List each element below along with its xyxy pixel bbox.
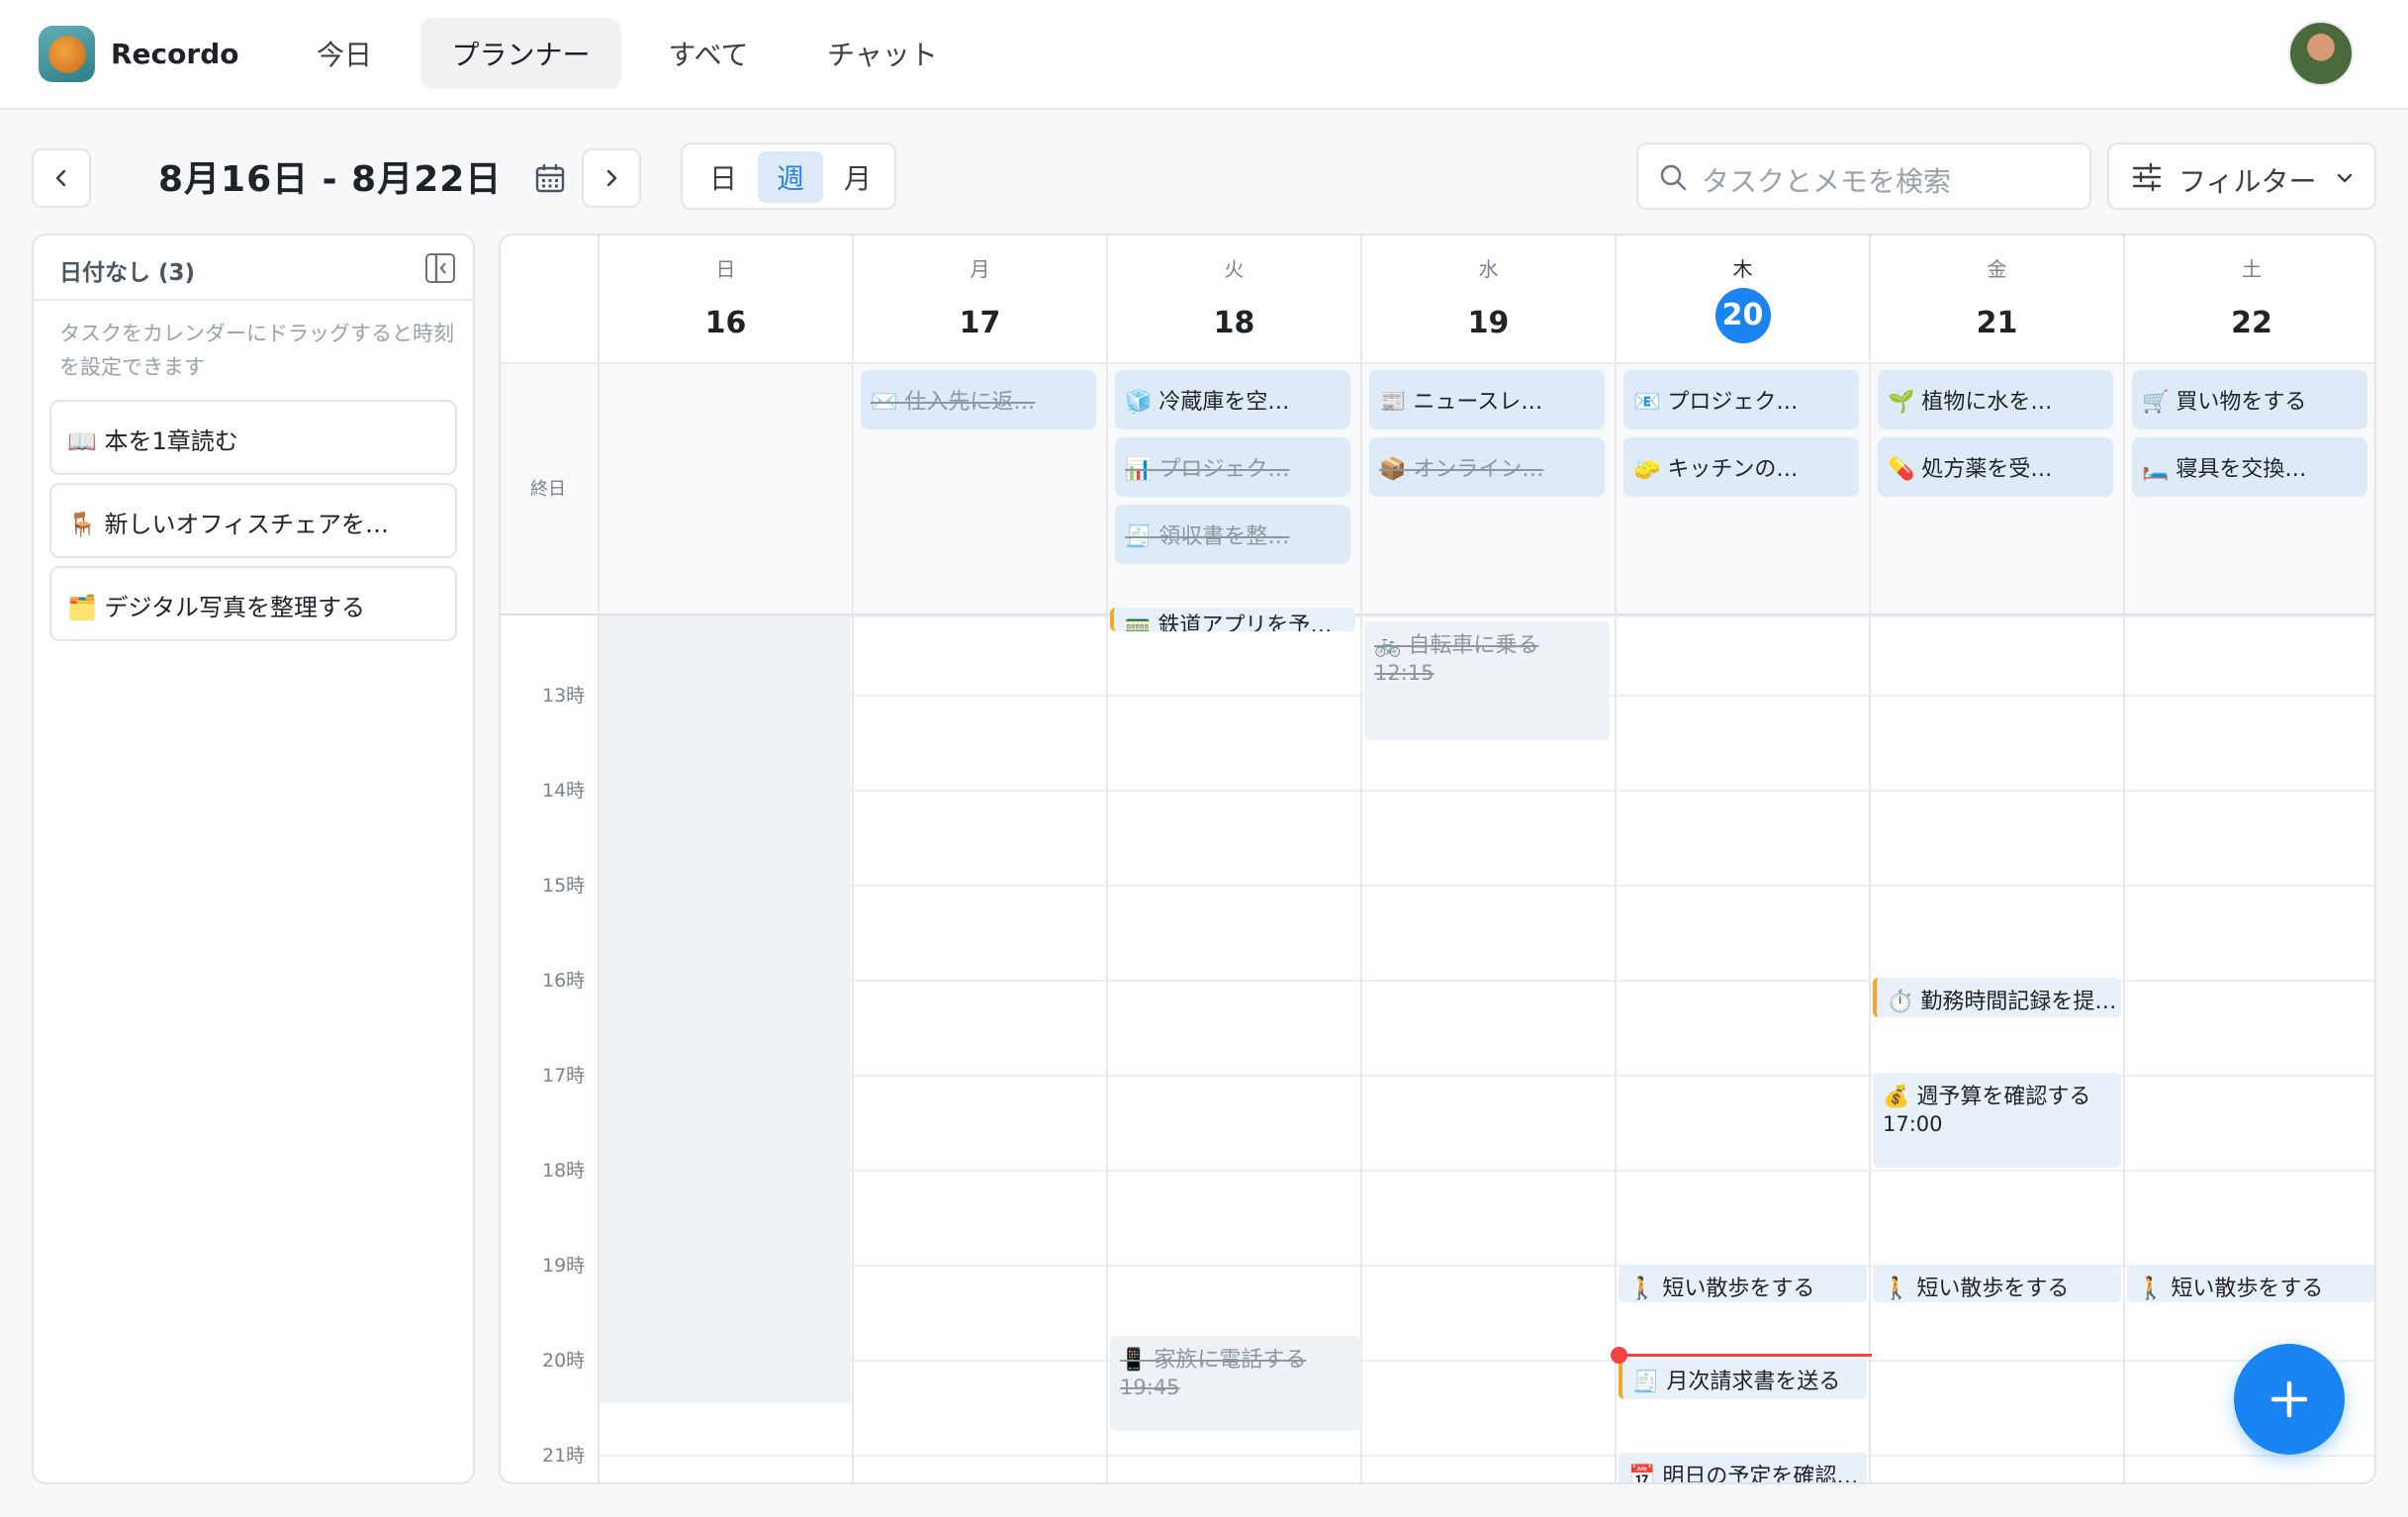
all-day-task[interactable]: 📰 ニュースレ… <box>1369 370 1605 429</box>
timed-event[interactable]: 🚲 自転車に乗る 12:15 <box>1364 621 1610 740</box>
hour-label: 15時 <box>542 875 586 897</box>
next-week-button[interactable] <box>582 148 641 208</box>
timed-event[interactable]: 🚃 鉄道アプリを予… <box>1110 608 1355 631</box>
previous-week-button[interactable] <box>32 148 91 208</box>
hour-label: 17時 <box>542 1065 586 1087</box>
timed-event[interactable]: 🚶 短い散歩をする <box>1619 1265 1867 1302</box>
panel-left-icon <box>434 255 446 281</box>
all-day-task[interactable]: 📦 オンライン… <box>1369 437 1605 497</box>
current-time-line <box>1619 1354 1872 1357</box>
add-task-button[interactable] <box>2234 1344 2345 1455</box>
day-header-wed[interactable]: 水 19 <box>1362 236 1615 362</box>
all-day-task[interactable]: 🧊 冷蔵庫を空… <box>1115 370 1350 429</box>
all-day-task[interactable]: 🧾 領収書を整… <box>1115 505 1350 564</box>
app-name: Recordo <box>111 38 239 70</box>
chevron-left-icon <box>55 169 66 187</box>
date-range-title: 8月16日 - 8月22日 <box>158 159 503 200</box>
day-header-fri[interactable]: 金 21 <box>1871 236 2123 362</box>
hour-label: 18時 <box>542 1160 586 1182</box>
undated-task-item[interactable]: 🗂️ デジタル写真を整理する <box>49 566 457 641</box>
undated-tasks-panel: 日付なし (3) タスクをカレンダーにドラッグすると時刻を設定できます 📖 本を… <box>32 234 475 1484</box>
view-week-button[interactable]: 週 <box>758 151 823 203</box>
hour-label: 14時 <box>542 780 586 802</box>
hour-label: 19時 <box>542 1255 586 1277</box>
all-day-label: 終日 <box>530 479 566 500</box>
current-time-dot <box>1611 1347 1627 1364</box>
hour-label: 16時 <box>542 970 586 992</box>
tab-all[interactable]: すべて <box>649 18 768 89</box>
collapse-panel-icon[interactable] <box>425 253 455 283</box>
all-day-task[interactable]: 💊 処方薬を受… <box>1878 437 2113 497</box>
all-day-task[interactable]: 🧽 キッチンの… <box>1623 437 1859 497</box>
day-header-tue[interactable]: 火 18 <box>1108 236 1360 362</box>
all-day-task[interactable]: 📧 プロジェク… <box>1623 370 1859 429</box>
top-navigation-bar: Recordo 今日 プランナー すべて チャット <box>0 0 2408 110</box>
user-avatar[interactable] <box>2288 21 2354 86</box>
sunday-busy-block <box>600 617 851 1403</box>
view-day-button[interactable]: 日 <box>691 151 756 203</box>
all-day-task[interactable]: 🛏️ 寝具を交換… <box>2132 437 2367 497</box>
drag-hint-text: タスクをカレンダーにドラッグすると時刻を設定できます <box>59 322 454 379</box>
timed-event[interactable]: 🚶 短い散歩をする <box>2127 1265 2374 1302</box>
hour-label: 21時 <box>542 1445 586 1467</box>
chevron-right-icon <box>606 169 617 187</box>
all-day-task[interactable]: 🌱 植物に水を… <box>1878 370 2113 429</box>
plus-icon <box>2270 1380 2308 1418</box>
hour-label: 13時 <box>542 685 586 707</box>
search-input[interactable]: タスクとメモを検索 <box>1636 142 2091 210</box>
hour-label: 20時 <box>542 1350 586 1372</box>
day-header-mon[interactable]: 月 17 <box>854 236 1106 362</box>
timed-event[interactable]: ⏱️ 勤務時間記録を提… <box>1873 978 2121 1017</box>
timed-event[interactable]: 🚶 短い散歩をする <box>1873 1265 2121 1302</box>
tab-planner[interactable]: プランナー <box>420 18 621 89</box>
calendar-picker-button[interactable] <box>530 158 570 198</box>
timed-event[interactable]: 📅 明日の予定を確認… <box>1619 1453 1867 1482</box>
all-day-task[interactable]: ✉️ 仕入先に返… <box>861 370 1096 429</box>
day-header-sun[interactable]: 日 16 <box>600 236 852 362</box>
filter-label: フィルター <box>2178 165 2317 198</box>
chevron-down-icon <box>2337 173 2353 183</box>
app-logo-icon <box>39 26 95 82</box>
sliders-icon <box>2132 162 2162 192</box>
all-day-task[interactable]: 📊 プロジェク… <box>1115 437 1350 497</box>
calendar-icon <box>535 164 565 193</box>
undated-task-item[interactable]: 📖 本を1章読む <box>49 400 457 475</box>
panel-header: 日付なし (3) <box>34 236 473 301</box>
timed-event[interactable]: 📱 家族に電話する 19:45 <box>1110 1336 1361 1431</box>
view-switcher: 日 週 月 <box>681 142 896 210</box>
timed-event[interactable]: 🧾 月次請求書を送る <box>1619 1358 1867 1399</box>
tab-today[interactable]: 今日 <box>293 18 396 89</box>
all-day-task[interactable]: 🛒 買い物をする <box>2132 370 2367 429</box>
day-header-sat[interactable]: 土 22 <box>2125 236 2374 362</box>
week-calendar: 終日 日 16 月 17 火 18 水 19 木 20 金 21 土 22 ✉️ 仕入先に返…… <box>499 234 2376 1484</box>
search-icon <box>1660 164 1687 191</box>
view-month-button[interactable]: 月 <box>825 151 890 203</box>
panel-title: 日付なし (3) <box>59 260 196 286</box>
day-header-thu-today[interactable]: 木 20 <box>1617 236 1869 362</box>
filter-dropdown[interactable]: フィルター <box>2107 142 2376 210</box>
search-placeholder: タスクとメモを検索 <box>1702 165 1952 198</box>
tab-chat[interactable]: チャット <box>803 18 962 89</box>
timed-event[interactable]: 💰 週予算を確認する 17:00 <box>1873 1073 2121 1168</box>
undated-task-item[interactable]: 🪑 新しいオフィスチェアを… <box>49 483 457 558</box>
